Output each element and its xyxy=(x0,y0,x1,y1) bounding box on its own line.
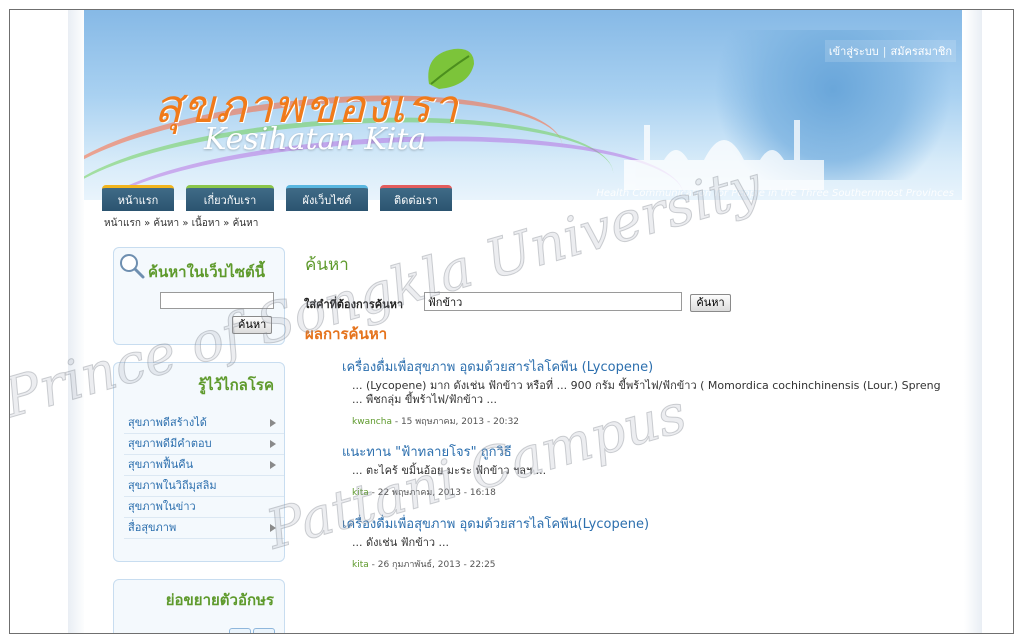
menu-block-title: รู้ไว้ไกลโรค xyxy=(198,376,274,394)
nav-tab-contact[interactable]: ติดต่อเรา xyxy=(380,185,452,211)
result-meta: kwancha - 15 พฤษภาคม, 2013 - 20:32 xyxy=(352,414,962,428)
result-meta: kita - 26 กุมภาพันธ์, 2013 - 22:25 xyxy=(352,557,962,571)
magnifier-icon xyxy=(120,254,145,279)
sidebar-menu-item[interactable]: สุขภาพดีสร้างได้ xyxy=(124,413,284,434)
breadcrumb-item[interactable]: เนื้อหา xyxy=(192,218,220,229)
menu-item-label: สุขภาพฟื้นคืน xyxy=(128,458,194,471)
search-result: เครื่องดื่มเพื่อสุขภาพ อุดมด้วยสารไลโคพี… xyxy=(342,356,962,428)
menu-item-label: สื่อสุขภาพ xyxy=(128,521,177,534)
result-date: - 26 กุมภาพันธ์, 2013 - 22:25 xyxy=(368,560,496,570)
sidebar-menu-item[interactable]: สุขภาพดีมีคำตอบ xyxy=(124,434,284,455)
submenu-arrow-icon xyxy=(270,440,276,448)
search-input[interactable] xyxy=(424,292,682,311)
font-size-block: ย่อขยายตัวอักษร +A A xyxy=(113,579,285,633)
font-size-title: ย่อขยายตัวอักษร xyxy=(165,591,274,609)
result-snippet: ... ตะไคร้ ขมิ้นอ้อย มะระ ฟักข้าว ฯลฯ ..… xyxy=(352,464,547,477)
breadcrumb-item[interactable]: ค้นหา xyxy=(153,218,179,229)
result-date: - 15 พฤษภาคม, 2013 - 20:32 xyxy=(391,417,520,427)
sidebar-menu-item[interactable]: สุขภาพฟื้นคืน xyxy=(124,455,284,476)
result-snippet: ... ดังเช่น ฟักข้าว ... xyxy=(352,536,450,549)
result-author-link[interactable]: kita xyxy=(352,560,369,570)
link-separator: | xyxy=(882,45,887,58)
result-meta: kita - 22 พฤษภาคม, 2013 - 16:18 xyxy=(352,485,962,499)
search-result: แนะทาน "ฟ้าทลายโจร" ถูกวิธี ... ตะไคร้ ข… xyxy=(342,441,962,499)
login-link[interactable]: เข้าสู่ระบบ xyxy=(829,45,879,58)
sidebar-menu-item[interactable]: สุขภาพในข่าว xyxy=(124,497,284,518)
search-result: เครื่องดื่มเพื่อสุขภาพ อุดมด้วยสารไลโคพี… xyxy=(342,513,962,571)
menu-item-label: สุขภาพในข่าว xyxy=(128,500,196,513)
search-field-label: ใส่คำที่ต้องการค้นหา xyxy=(304,298,404,311)
site-logo-malay: Kesihatan Kita xyxy=(204,122,427,157)
result-title-link[interactable]: เครื่องดื่มเพื่อสุขภาพ อุดมด้วยสารไลโคพี… xyxy=(342,356,962,377)
mosque-silhouette-icon xyxy=(624,120,824,190)
register-link[interactable]: สมัครสมาชิก xyxy=(891,45,953,58)
search-block-title: ค้นหาในเว็บไซต์นี้ xyxy=(148,263,265,281)
sidebar-menu: สุขภาพดีสร้างได้ สุขภาพดีมีคำตอบ สุขภาพฟ… xyxy=(124,413,284,539)
result-author-link[interactable]: kwancha xyxy=(352,417,392,427)
sidebar-search-input[interactable] xyxy=(160,292,274,309)
nav-tab-home[interactable]: หน้าแรก xyxy=(102,185,174,211)
result-title-link[interactable]: เครื่องดื่มเพื่อสุขภาพ อุดมด้วยสารไลโคพี… xyxy=(342,513,962,534)
breadcrumb-current: ค้นหา xyxy=(232,218,259,229)
breadcrumb: หน้าแรก » ค้นหา » เนื้อหา » ค้นหา xyxy=(104,218,259,229)
submenu-arrow-icon xyxy=(270,419,276,427)
menu-item-label: สุขภาพดีมีคำตอบ xyxy=(128,437,212,450)
results-heading: ผลการค้นหา xyxy=(305,325,388,343)
submenu-arrow-icon xyxy=(270,461,276,469)
result-date: - 22 พฤษภาคม, 2013 - 16:18 xyxy=(368,488,496,498)
account-links: เข้าสู่ระบบ | สมัครสมาชิก xyxy=(824,40,956,62)
sidebar-menu-item[interactable]: สื่อสุขภาพ xyxy=(124,518,284,539)
search-button[interactable]: ค้นหา xyxy=(690,294,731,312)
submenu-arrow-icon xyxy=(270,524,276,532)
nav-tab-about[interactable]: เกี่ยวกับเรา xyxy=(186,185,274,211)
sidebar-search-button[interactable]: ค้นหา xyxy=(232,316,272,334)
result-author-link[interactable]: kita xyxy=(352,488,369,498)
breadcrumb-item[interactable]: หน้าแรก xyxy=(104,218,141,229)
nav-tab-sitemap[interactable]: ผังเว็บไซต์ xyxy=(286,185,368,211)
decrease-font-button[interactable]: A xyxy=(253,628,275,633)
menu-item-label: สุขภาพในวิถีมุสลิม xyxy=(128,479,217,492)
sidebar-menu-block: รู้ไว้ไกลโรค สุขภาพดีสร้างได้ สุขภาพดีมี… xyxy=(113,362,285,562)
result-title-link[interactable]: แนะทาน "ฟ้าทลายโจร" ถูกวิธี xyxy=(342,441,962,462)
browser-viewport: สุขภาพของเรา Kesihatan Kita เข้าสู่ระบบ |… xyxy=(9,9,1014,634)
menu-item-label: สุขภาพดีสร้างได้ xyxy=(128,416,207,429)
sidebar-search-block: ค้นหาในเว็บไซต์นี้ ค้นหา xyxy=(113,247,285,345)
page-container: สุขภาพของเรา Kesihatan Kita เข้าสู่ระบบ |… xyxy=(84,10,962,633)
site-tagline: Health Communication for People in the T… xyxy=(596,188,954,199)
increase-font-button[interactable]: +A xyxy=(229,628,253,633)
site-header: สุขภาพของเรา Kesihatan Kita เข้าสู่ระบบ |… xyxy=(84,10,962,200)
result-snippet: ... (Lycopene) มาก ดังเช่น ฟักข้าว หรือท… xyxy=(352,379,941,406)
page-title: ค้นหา xyxy=(305,255,349,275)
sidebar-menu-item[interactable]: สุขภาพในวิถีมุสลิม xyxy=(124,476,284,497)
